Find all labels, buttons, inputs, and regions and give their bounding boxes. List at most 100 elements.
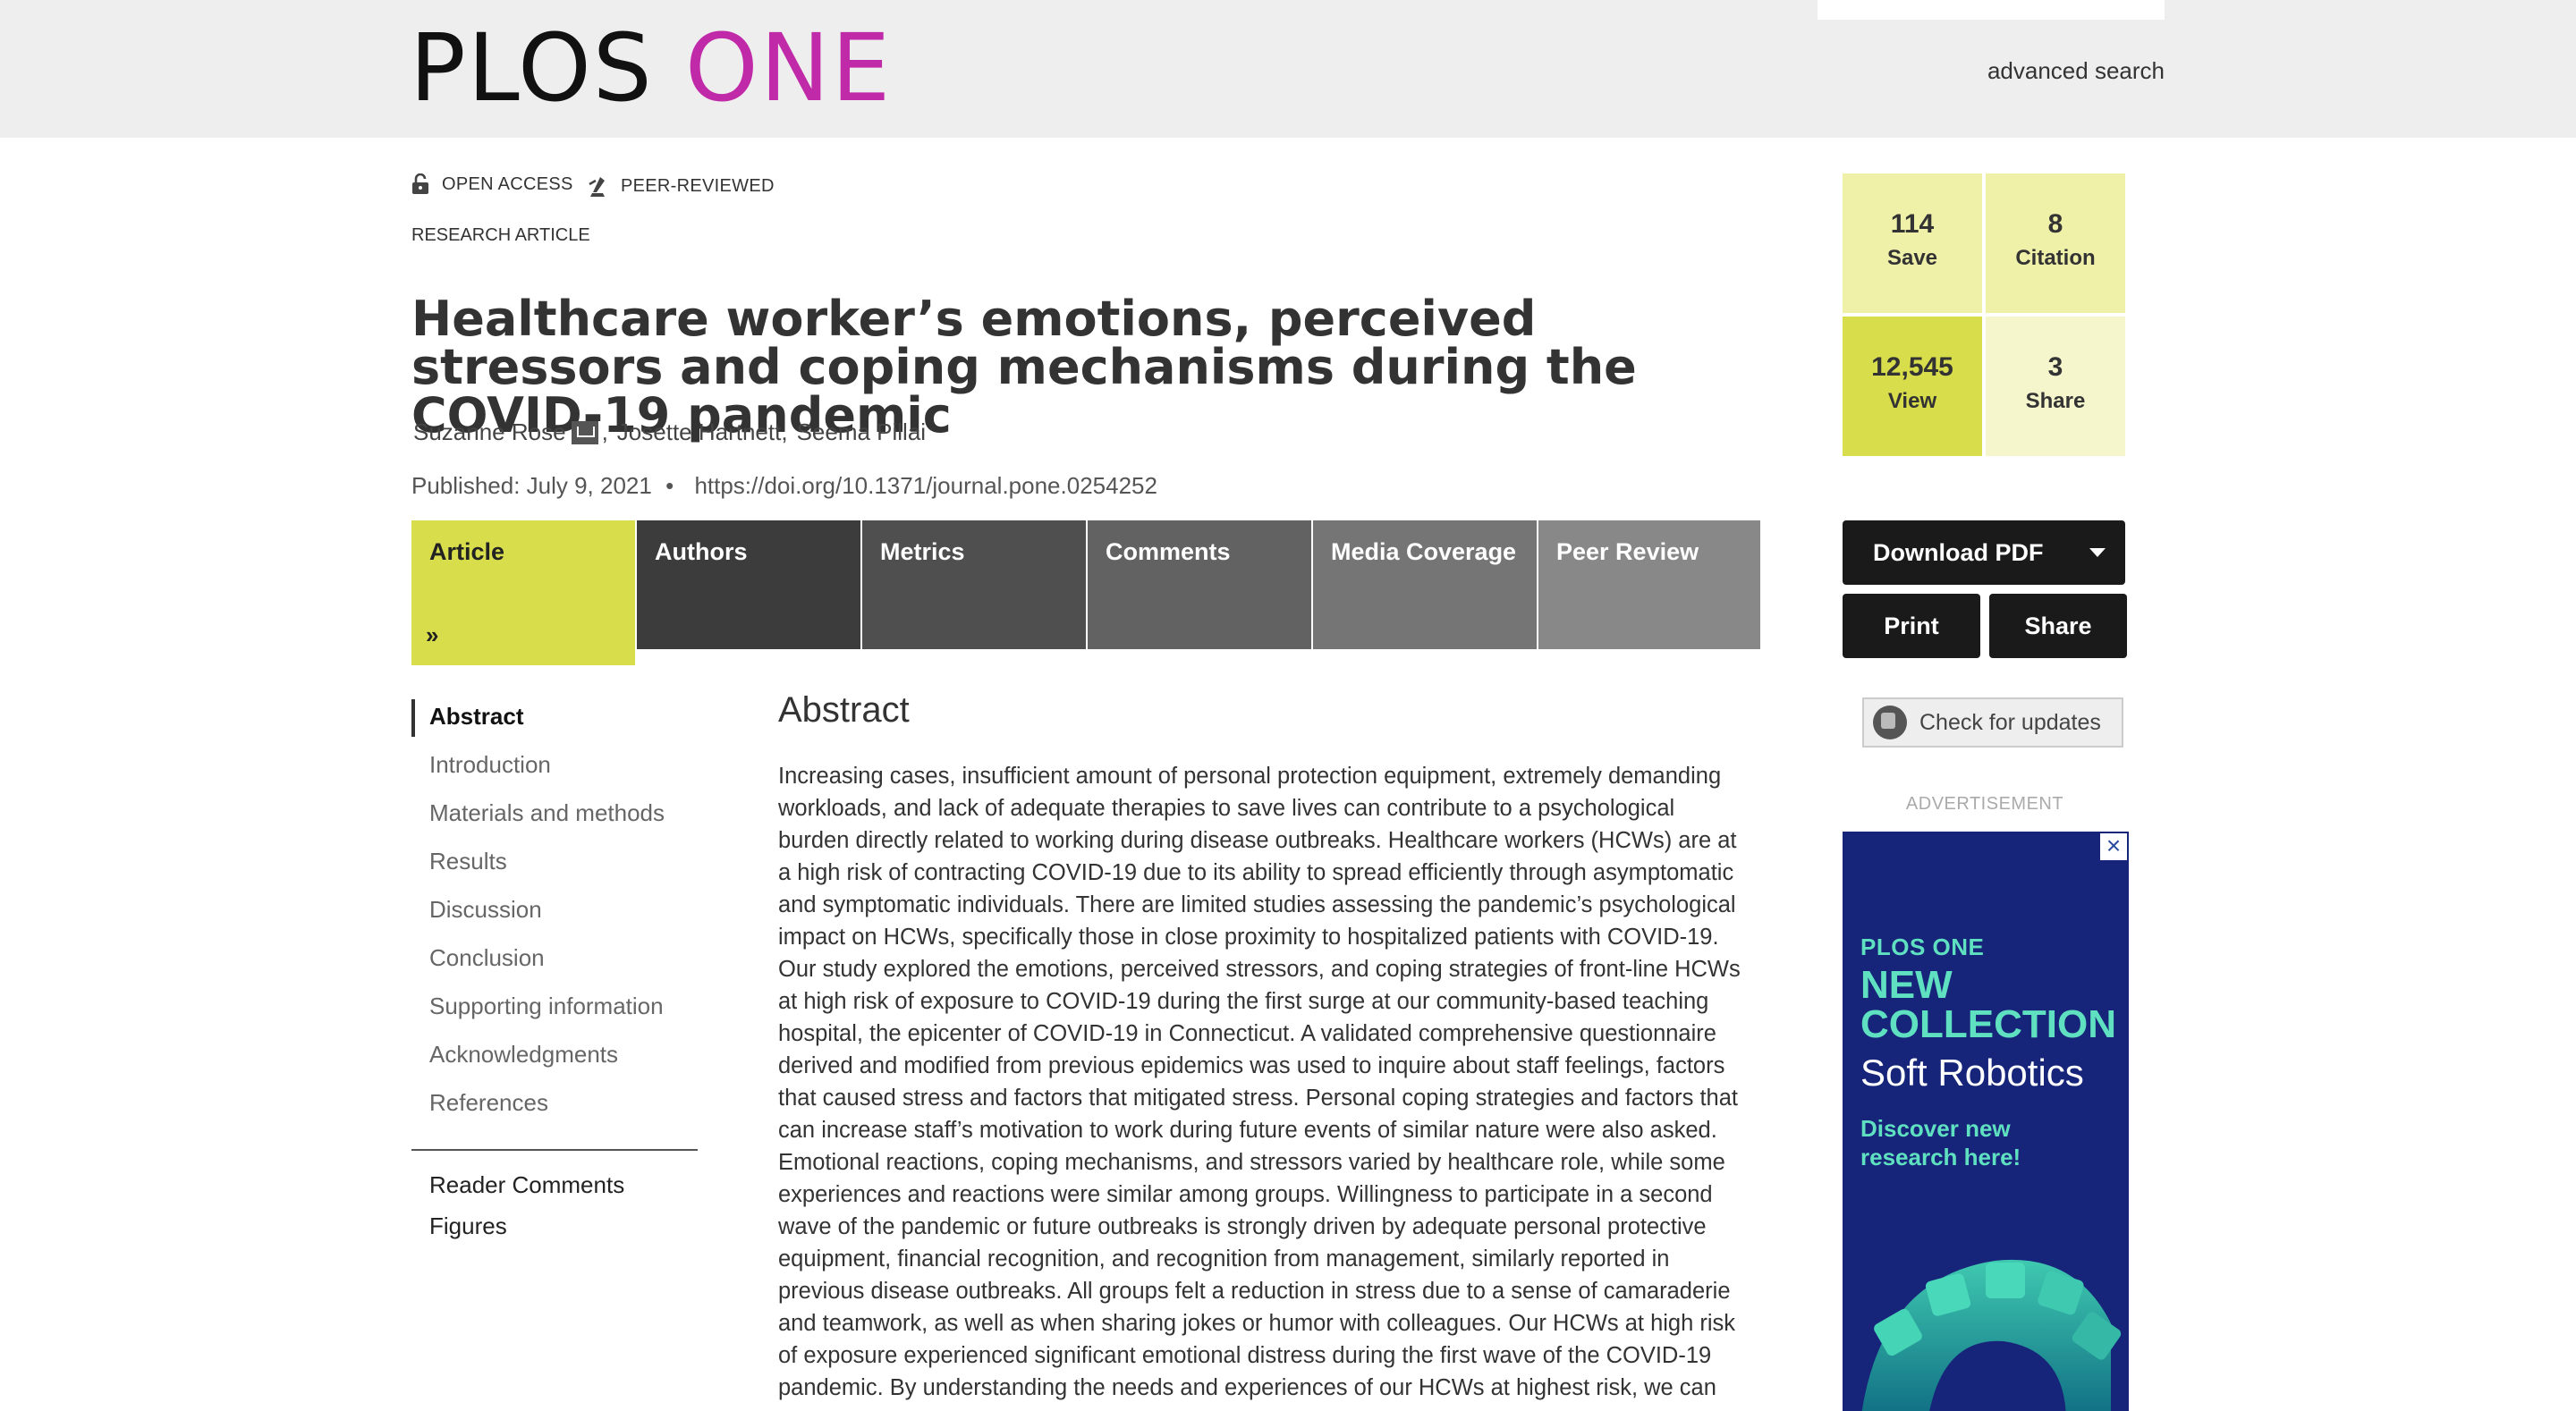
unlock-icon [412,173,428,194]
abstract-line: that caused stress and factors that miti… [778,1086,1738,1111]
metric-label: View [1887,389,1937,413]
toc-item-acknowledgments[interactable]: Acknowledgments [429,1041,618,1069]
abstract-line: equipment, financial recognition, and re… [778,1246,1670,1272]
peer-reviewed-badge: PEER-REVIEWED [587,173,775,199]
abstract-line: wave of the pandemic or future outbreaks… [778,1214,1707,1239]
abstract-line: workloads, and lack of adequate therapie… [778,796,1675,821]
article-type-label: RESEARCH ARTICLE [411,225,590,245]
download-pdf-button[interactable]: Download PDF [1843,520,2125,585]
toc-item-introduction[interactable]: Introduction [429,751,551,779]
abstract-line: and symptomatic individuals. There are l… [778,892,1736,917]
advertisement-label: ADVERTISEMENT [1905,794,2064,814]
ad-brand: PLOS ONE [1860,934,1985,960]
toc-active-indicator [411,699,415,737]
download-pdf-label: Download PDF [1873,538,2044,566]
tab-comments[interactable]: Comments [1088,520,1311,649]
abstract-line: Emotional reactions, coping mechanisms, … [778,1150,1725,1175]
gear-graphic-icon [1861,1259,2122,1411]
abstract-line: and teamwork, as well as when sharing jo… [778,1311,1736,1336]
abstract-line: burden directly related to working durin… [778,828,1737,853]
search-input[interactable] [1818,0,2165,20]
tab-label: Article [429,538,505,565]
metric-value: 12,545 [1871,352,1953,382]
abstract-heading: Abstract [778,690,910,730]
metric-value: 8 [2047,209,2063,239]
plos-one-logo[interactable]: PLOS ONE [410,13,892,123]
tab-label: Peer Review [1556,538,1699,565]
metric-citation[interactable]: 8 Citation [1986,173,2125,313]
toc-item-discussion[interactable]: Discussion [429,896,542,924]
author-name[interactable]: Suzanne Rose [413,418,566,446]
author-name[interactable]: Josette Hartnett, [617,418,788,446]
toc-item-abstract[interactable]: Abstract [429,703,523,731]
metric-save[interactable]: 114 Save [1843,173,1982,313]
tab-label: Authors [655,538,748,565]
abstract-line: impact on HCWs, specifically those in cl… [778,925,1719,950]
doi-link[interactable]: https://doi.org/10.1371/journal.pone.025… [694,472,1157,499]
toc-item-conclusion[interactable]: Conclusion [429,944,545,972]
share-button[interactable]: Share [1989,594,2127,658]
advertisement-banner[interactable]: × PLOS ONE NEW COLLECTION Soft Robotics … [1843,832,2129,1411]
close-icon[interactable]: × [2100,833,2127,860]
toc-item-results[interactable]: Results [429,848,507,875]
print-button[interactable]: Print [1843,594,1980,658]
tab-label: Metrics [880,538,965,565]
check-for-updates-button[interactable]: Check for updates [1862,697,2123,748]
reader-comments-link[interactable]: Reader Comments [429,1171,624,1199]
logo-one: ONE [684,13,893,123]
toc-item-materials-and-methods[interactable]: Materials and methods [429,799,665,827]
publication-info: Published: July 9, 2021 • https://doi.or… [411,472,1157,500]
email-icon[interactable] [571,420,598,444]
abstract-line: Our study explored the emotions, perceiv… [778,957,1741,982]
tab-metrics[interactable]: Metrics [862,520,1086,649]
abstract-line: at high risk of exposure to COVID-19 dur… [778,989,1709,1014]
author-name[interactable]: Seema Pillai [797,418,927,446]
abstract-line: can increase staff’s motivation to work … [778,1118,1717,1143]
open-access-badge: OPEN ACCESS [411,173,573,195]
ad-topic: Soft Robotics [1860,1052,2084,1094]
chevron-double-down-icon: » [426,621,439,648]
metric-label: Citation [2015,246,2096,270]
metric-view[interactable]: 12,545 View [1843,317,1982,456]
separator-dot: • [665,472,674,499]
published-date: Published: July 9, 2021 [411,472,652,499]
peer-reviewed-label: PEER-REVIEWED [621,175,775,196]
tab-authors[interactable]: Authors [637,520,860,649]
abstract-line: derived and modified from previous epide… [778,1053,1725,1078]
toc-item-references[interactable]: References [429,1089,548,1117]
metric-value: 3 [2047,352,2063,382]
abstract-line: previous disease outbreaks. All groups f… [778,1279,1731,1304]
print-label: Print [1884,612,1939,639]
tab-media-coverage[interactable]: Media Coverage [1313,520,1537,649]
tab-peer-review[interactable]: Peer Review [1538,520,1760,649]
peer-reviewed-icon [589,177,605,197]
check-updates-label: Check for updates [1919,709,2101,735]
abstract-line: pandemic. By understanding the needs and… [778,1375,1716,1400]
metric-share[interactable]: 3 Share [1986,317,2125,456]
ad-headline-line: COLLECTION [1860,1002,2116,1046]
open-access-label: OPEN ACCESS [442,173,573,194]
abstract-line: Increasing cases, insufficient amount of… [778,764,1722,789]
caret-down-icon[interactable] [2089,548,2106,557]
share-label: Share [2024,612,2092,639]
logo-plos: PLOS [410,13,654,123]
abstract-line: a high risk of contracting COVID-19 due … [778,860,1734,885]
metric-label: Share [2025,389,2086,413]
toc-divider [411,1149,698,1151]
abstract-text: Increasing cases, insufficient amount of… [778,760,1762,1404]
tab-label: Comments [1106,538,1231,565]
figures-link[interactable]: Figures [429,1212,507,1240]
author-list: Suzanne Rose , Josette Hartnett, Seema P… [413,418,927,446]
metric-label: Save [1886,246,1938,270]
site-header: PLOS ONE advanced search [0,0,2576,138]
abstract-line: hospital, the epicenter of COVID-19 in C… [778,1021,1716,1046]
ad-headline: NEW COLLECTION [1860,966,2116,1044]
abstract-line: experiences and reactions were similar a… [778,1182,1713,1207]
crossmark-icon [1873,706,1907,739]
ad-headline-line: NEW [1860,963,1953,1007]
metric-value: 114 [1890,209,1935,239]
abstract-line: of exposure experienced significant emot… [778,1343,1712,1368]
tab-article[interactable]: Article » [411,520,635,665]
advanced-search-link[interactable]: advanced search [1987,57,2165,85]
toc-item-supporting-information[interactable]: Supporting information [429,993,664,1020]
